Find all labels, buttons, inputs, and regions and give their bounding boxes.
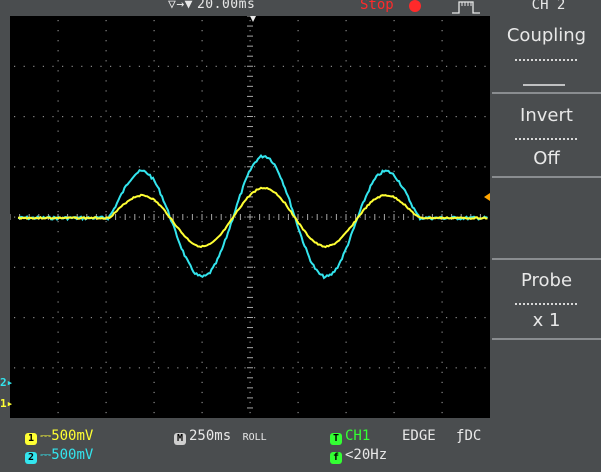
trigger-badge: T — [330, 433, 342, 445]
frequency-badge: f — [330, 452, 342, 464]
coupling-button[interactable]: Coupling — [492, 25, 601, 46]
timebase-readout: M 250ms ROLL — [174, 428, 267, 446]
ch1-marker-label: 1 — [0, 397, 7, 410]
dc-coupling-icon: ⎓ — [40, 428, 52, 444]
ch2-scale-readout: 2 ⎓500mV — [25, 447, 93, 464]
position-arrows-icon: ▽→▼ — [168, 0, 193, 12]
probe-button[interactable]: Probe — [492, 270, 601, 291]
trigger-level-marker — [484, 193, 490, 201]
probe-divider — [515, 303, 577, 305]
menu-separator — [492, 338, 601, 340]
trigger-edge-icon — [452, 1, 480, 14]
ch1-scale-readout: 1 ⎓500mV — [25, 428, 93, 445]
invert-divider — [515, 138, 577, 140]
bottom-status-bar: 1 ⎓500mV 2 ⎓500mV M 250ms ROLL T CH1 EDGE ƒD… — [0, 418, 601, 472]
trigger-coupling: DC — [464, 428, 482, 444]
menu-separator — [492, 258, 601, 260]
trigger-source: CH1 — [345, 428, 371, 444]
ch2-scale-value: 500mV — [51, 447, 94, 463]
trigger-source-readout: T CH1 — [330, 428, 370, 445]
graticule-center-ticks — [10, 16, 481, 409]
waveform-display — [10, 16, 490, 418]
menu-title: CH 2 — [531, 0, 566, 13]
ch2-badge: 2 — [25, 452, 37, 464]
trigger-coupling-readout: ƒDC — [456, 428, 481, 444]
ch1-ground-marker: 1▸ — [0, 397, 14, 410]
ch1-scale-value: 500mV — [51, 428, 94, 444]
invert-button[interactable]: Invert — [492, 105, 601, 126]
horizontal-position-readout: ▽→▼ 20.00ms — [168, 0, 259, 12]
timebase-badge: M — [174, 433, 186, 445]
menu-separator — [492, 176, 601, 178]
timebase-value: 250ms — [189, 428, 232, 444]
run-state-label: Stop — [360, 0, 394, 13]
dc-coupling-icon: ⎓ — [40, 447, 52, 463]
stop-indicator-icon — [409, 0, 421, 12]
ch2-marker-label: 2 — [0, 376, 7, 389]
frequency-readout: f <20Hz — [330, 447, 387, 464]
top-status-bar: ▽→▼ 20.00ms Stop CH 2 — [0, 0, 601, 16]
probe-value: x 1 — [532, 310, 561, 331]
horizontal-position-value: 20.00ms — [196, 0, 256, 12]
acquisition-mode: ROLL — [242, 432, 267, 443]
menu-separator — [492, 92, 601, 94]
trigger-position-marker — [250, 16, 256, 22]
ch2-ground-marker: 2▸ — [0, 376, 14, 389]
frequency-value: <20Hz — [345, 447, 388, 463]
ch1-badge: 1 — [25, 433, 37, 445]
trigger-type: EDGE — [402, 428, 436, 444]
coupling-divider — [515, 59, 577, 61]
graticule — [10, 16, 490, 414]
channel-side-menu: Coupling Invert Off Probe x 1 — [492, 16, 601, 418]
invert-value: Off — [533, 148, 560, 169]
